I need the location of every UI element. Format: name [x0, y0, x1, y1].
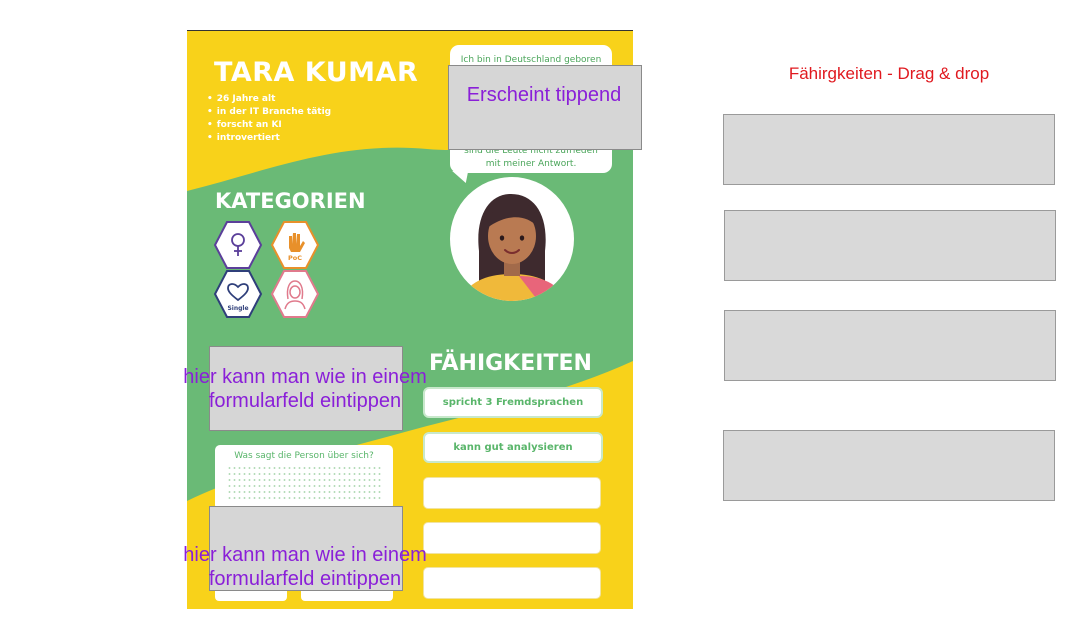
single-label: Single [227, 305, 248, 312]
skills-heading: FÄHIGKEITEN [429, 351, 592, 376]
skill-slot[interactable] [423, 522, 601, 554]
venus-icon [213, 221, 263, 269]
skill-card[interactable]: spricht 3 Fremdsprachen [423, 387, 603, 418]
heart-icon: Single [213, 270, 263, 318]
dragdrop-title: Fähirgkeiten - Drag & drop [788, 64, 990, 83]
persona-name: TARA KUMAR [214, 57, 419, 88]
categories-heading: KATEGORIEN [215, 189, 366, 213]
speech-top-text: Ich bin in Deutschland geboren [460, 55, 602, 65]
fact-item: forscht an KI [207, 119, 331, 132]
speech-line: mit meiner Antwort. [485, 159, 577, 169]
skill-drop-zone[interactable] [724, 210, 1056, 281]
skill-card[interactable]: kann gut analysieren [423, 432, 603, 463]
typing-label: Erscheint tippend [466, 84, 622, 106]
skill-slot[interactable] [423, 567, 601, 599]
fact-item: introvertiert [207, 132, 331, 145]
skill-drop-zone[interactable] [724, 310, 1056, 381]
poc-label: PoC [288, 254, 302, 262]
skill-drop-zone[interactable] [723, 430, 1055, 501]
about-card: Was sagt die Person über sich? [215, 445, 393, 510]
typing-overlay [448, 65, 642, 150]
skill-drop-zone[interactable] [723, 114, 1055, 185]
input-label: hier kann man wie in einem formularfeld … [183, 366, 427, 412]
dotted-writing-area [227, 465, 381, 503]
raised-hand-icon: PoC [270, 221, 320, 269]
persona-facts: 26 Jahre alt in der IT Branche tätig for… [207, 93, 331, 145]
fact-item: in der IT Branche tätig [207, 106, 331, 119]
fact-item: 26 Jahre alt [207, 93, 331, 106]
avatar [450, 177, 574, 301]
input-label: hier kann man wie in einem formularfeld … [183, 544, 427, 590]
woman-face-icon [270, 270, 320, 318]
skill-slot[interactable] [423, 477, 601, 509]
about-question: Was sagt die Person über sich? [234, 451, 374, 461]
